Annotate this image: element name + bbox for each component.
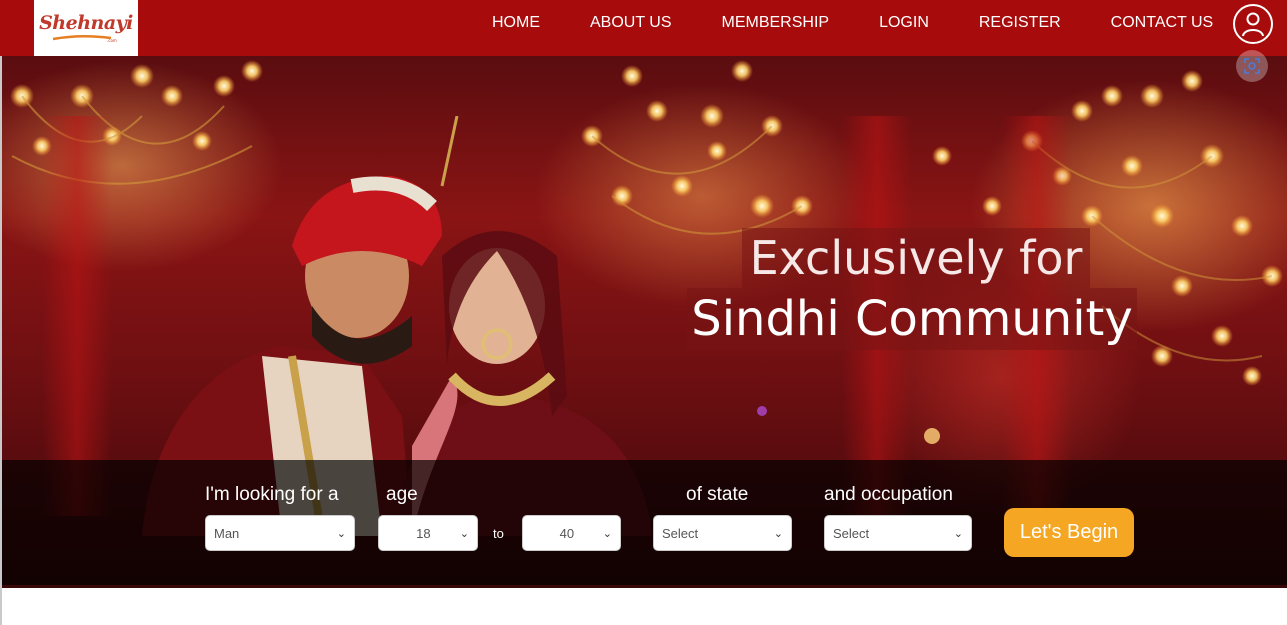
nav-login-link[interactable]: LOGIN <box>879 14 929 32</box>
nav-home-link[interactable]: HOME <box>492 14 540 32</box>
age-to-label: to <box>493 526 504 541</box>
partner-search-form: I'm looking for a age of state and occup… <box>2 460 1287 585</box>
nav-about-link[interactable]: ABOUT US <box>590 14 672 32</box>
headline-line-2: Sindhi Community <box>687 288 1137 350</box>
state-value: Select <box>662 525 699 541</box>
svg-text:.com: .com <box>107 38 117 43</box>
site-logo[interactable]: Shehnayi .com <box>34 0 138 56</box>
logo-text: Shehnayi <box>39 12 133 34</box>
occupation-select[interactable]: Select ⌄ <box>824 515 972 551</box>
age-from-select[interactable]: 18 ⌄ <box>378 515 478 551</box>
looking-for-label: I'm looking for a <box>205 484 339 505</box>
state-label: of state <box>686 484 749 505</box>
logo-swoosh-icon: .com <box>52 35 117 43</box>
age-to-select[interactable]: 40 ⌄ <box>522 515 621 551</box>
user-profile-button[interactable] <box>1233 4 1273 44</box>
age-to-value: 40 <box>559 525 575 541</box>
looking-for-select[interactable]: Man ⌄ <box>205 515 355 551</box>
hero-headline: Exclusively for Sindhi Community <box>686 228 1146 350</box>
lens-search-icon[interactable] <box>1236 50 1268 82</box>
lens-icon <box>1244 58 1260 74</box>
chevron-down-icon: ⌄ <box>459 527 469 540</box>
nav-membership-link[interactable]: MEMBERSHIP <box>722 14 830 32</box>
nav-contact-link[interactable]: CONTACT US <box>1111 14 1214 32</box>
chevron-down-icon: ⌄ <box>336 527 346 540</box>
chevron-down-icon: ⌄ <box>953 527 963 540</box>
lets-begin-button[interactable]: Let's Begin <box>1004 508 1134 557</box>
page-left-border <box>0 56 2 625</box>
state-select[interactable]: Select ⌄ <box>653 515 792 551</box>
top-navbar: Shehnayi .com HOME ABOUT US MEMBERSHIP L… <box>0 0 1287 56</box>
headline-line-1: Exclusively for <box>741 228 1091 288</box>
occupation-value: Select <box>833 525 870 541</box>
looking-for-value: Man <box>214 525 240 541</box>
nav-register-link[interactable]: REGISTER <box>979 14 1061 32</box>
chevron-down-icon: ⌄ <box>602 527 612 540</box>
chevron-down-icon: ⌄ <box>773 527 783 540</box>
age-from-value: 18 <box>416 525 431 541</box>
user-circle-icon <box>1242 12 1264 37</box>
curtain-left <box>42 116 112 516</box>
main-nav: HOME ABOUT US MEMBERSHIP LOGIN REGISTER … <box>476 0 1263 46</box>
occupation-label: and occupation <box>824 484 953 505</box>
age-label: age <box>386 484 418 505</box>
